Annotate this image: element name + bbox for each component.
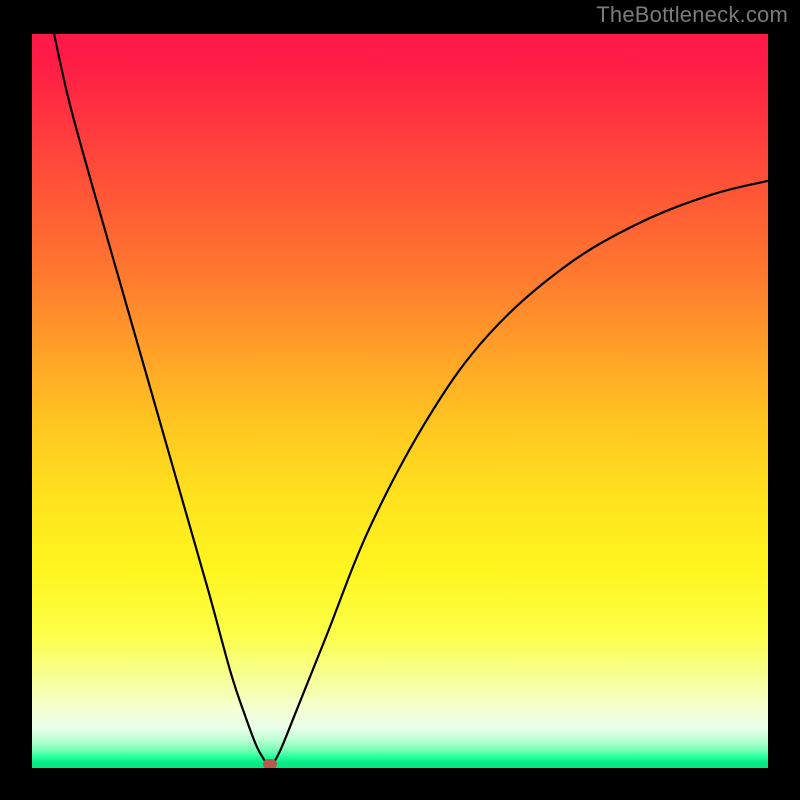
- minimum-marker: [263, 759, 277, 768]
- bottleneck-curve: [32, 34, 768, 768]
- chart-frame: TheBottleneck.com: [0, 0, 800, 800]
- attribution-text: TheBottleneck.com: [596, 2, 788, 28]
- plot-area: [32, 34, 768, 768]
